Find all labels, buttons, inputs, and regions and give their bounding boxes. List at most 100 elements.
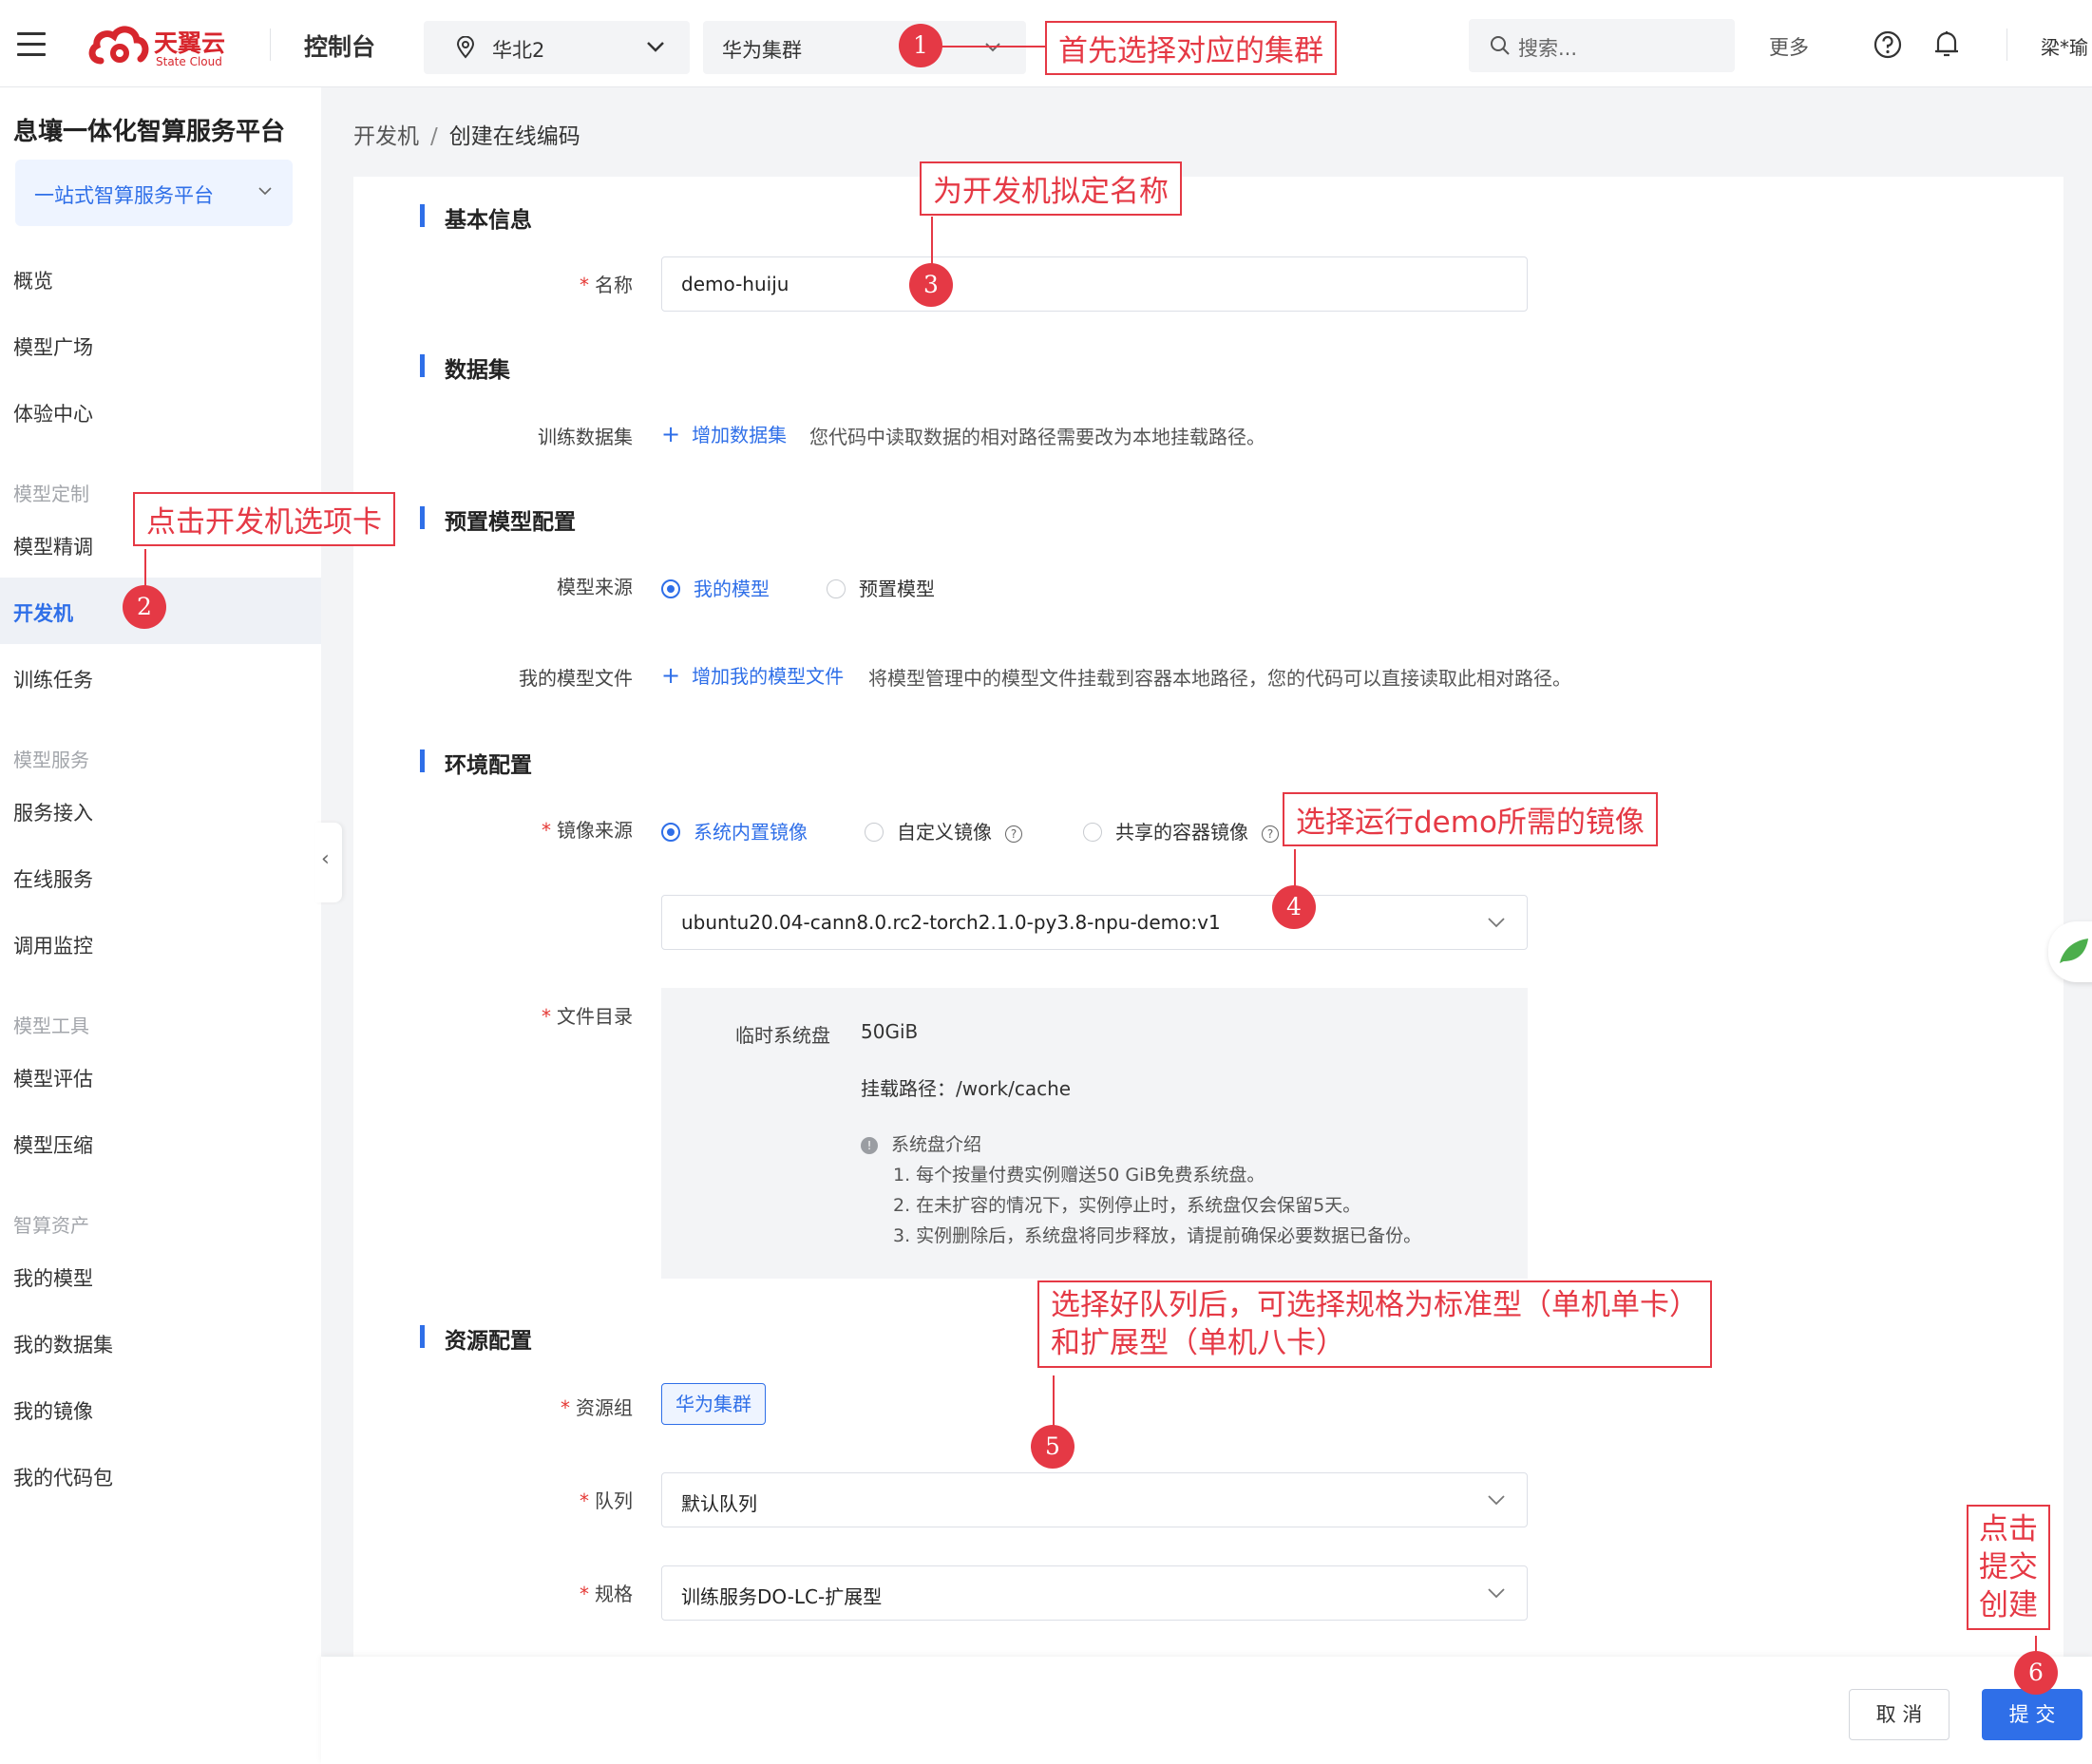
resource-group-label: * 资源组 <box>561 1396 633 1419</box>
question-icon[interactable]: ? <box>1005 825 1022 843</box>
annotation-marker-3: 3 <box>909 263 953 307</box>
disk-info-line: 2. 在未扩容的情况下，实例停止时，系统盘仅会保留5天。 <box>893 1195 1361 1216</box>
annotation-marker-1: 1 <box>899 24 942 67</box>
chevron-down-icon <box>1488 1588 1505 1599</box>
help-icon[interactable] <box>1873 30 1902 59</box>
queue-select[interactable]: 默认队列 <box>661 1472 1528 1527</box>
sidebar-group-service: 模型服务 <box>13 749 89 771</box>
cluster-select[interactable]: 华为集群 <box>703 21 1026 74</box>
platform-title: 息壤一体化智算服务平台 <box>13 118 286 146</box>
image-select[interactable]: ubuntu20.04-cann8.0.rc2-torch2.1.0-py3.8… <box>661 895 1528 950</box>
divider <box>2006 28 2007 61</box>
search-placeholder: 搜索... <box>1518 37 1578 60</box>
platform-select[interactable]: 一站式智算服务平台 <box>15 160 293 226</box>
cloud-logo-icon <box>88 26 149 65</box>
sidebar-item-online[interactable]: 在线服务 <box>13 864 93 893</box>
sidebar-item-overview[interactable]: 概览 <box>13 266 53 294</box>
file-dir-label: * 文件目录 <box>542 1005 633 1028</box>
divider <box>270 28 271 61</box>
sidebar-group-assets: 智算资产 <box>13 1214 89 1237</box>
model-file-hint: 将模型管理中的模型文件挂载到容器本地路径，您的代码可以直接读取此相对路径。 <box>868 667 1571 690</box>
add-model-file-link[interactable]: + 增加我的模型文件 <box>661 661 844 689</box>
search-icon <box>1491 36 1510 55</box>
radio-custom-image[interactable]: 自定义镜像? <box>865 817 1022 844</box>
tianyi-cloud-logo[interactable]: 天翼云 State Cloud <box>87 23 249 68</box>
sidebar-item-my-code[interactable]: 我的代码包 <box>13 1463 113 1491</box>
leaf-icon <box>2060 939 2088 963</box>
section-title-basic: 基本信息 <box>420 201 532 234</box>
annotation-marker-5: 5 <box>1031 1425 1075 1469</box>
train-dataset-label: 训练数据集 <box>538 426 633 448</box>
chevron-down-icon <box>1488 918 1505 928</box>
spec-label: * 规格 <box>580 1583 633 1605</box>
annotation-step-4: 选择运行demo所需的镜像 <box>1283 792 1658 846</box>
menu-icon[interactable] <box>17 32 46 57</box>
system-disk-panel: 临时系统盘 50GiB 挂载路径：/work/cache ! 系统盘介绍 1. 每… <box>661 988 1528 1279</box>
name-input[interactable]: demo-huiju <box>661 256 1528 312</box>
chevron-left-icon: ‹ <box>321 847 330 871</box>
annotation-connector <box>931 217 933 266</box>
sidebar-group-custom: 模型定制 <box>13 483 89 505</box>
queue-label: * 队列 <box>580 1489 633 1512</box>
queue-select-value: 默认队列 <box>681 1492 757 1515</box>
info-icon: ! <box>861 1137 878 1154</box>
disk-info-line: 1. 每个按量付费实例赠送50 GiB免费系统盘。 <box>893 1165 1265 1185</box>
spec-select[interactable]: 训练服务DO-LC-扩展型 <box>661 1565 1528 1621</box>
annotation-step-2: 点击开发机选项卡 <box>133 492 395 546</box>
sidebar-item-my-datasets[interactable]: 我的数据集 <box>13 1330 113 1358</box>
more-link[interactable]: 更多 <box>1769 32 1809 61</box>
breadcrumb: 开发机 / 创建在线编码 <box>353 118 580 150</box>
sidebar-group-tools: 模型工具 <box>13 1015 89 1037</box>
sidebar: 息壤一体化智算服务平台 一站式智算服务平台 概览 模型广场 体验中心 模型定制 … <box>0 87 321 1764</box>
region-select[interactable]: 华北2 <box>424 21 690 74</box>
location-pin-icon <box>456 36 475 59</box>
resource-group-tag[interactable]: 华为集群 <box>661 1383 766 1425</box>
chevron-down-icon <box>647 42 664 52</box>
radio-builtin-image[interactable]: 系统内置镜像 <box>661 817 808 844</box>
submit-button[interactable]: 提 交 <box>1982 1689 2082 1740</box>
logo-text: 天翼云 <box>154 29 226 57</box>
sidebar-item-model-square[interactable]: 模型广场 <box>13 332 93 361</box>
annotation-marker-2: 2 <box>123 585 166 629</box>
model-file-label: 我的模型文件 <box>519 667 633 690</box>
sidebar-item-compress[interactable]: 模型压缩 <box>13 1130 93 1159</box>
radio-preset-model[interactable]: 预置模型 <box>827 574 935 601</box>
breadcrumb-separator: / <box>430 124 438 149</box>
sidebar-item-monitor[interactable]: 调用监控 <box>13 931 93 959</box>
section-title-env: 环境配置 <box>420 747 532 779</box>
annotation-marker-6: 6 <box>2014 1651 2058 1695</box>
plus-icon: + <box>661 421 681 447</box>
chevron-down-icon <box>985 43 1000 52</box>
sidebar-item-evaluate[interactable]: 模型评估 <box>13 1064 93 1092</box>
plus-icon: + <box>661 662 681 689</box>
user-menu[interactable]: 梁*瑜 <box>2041 32 2088 60</box>
radio-my-model[interactable]: 我的模型 <box>661 574 770 601</box>
section-title-dataset: 数据集 <box>420 351 510 384</box>
console-title[interactable]: 控制台 <box>304 28 375 63</box>
name-label: * 名称 <box>580 274 633 296</box>
search-input[interactable]: 搜索... <box>1469 19 1735 72</box>
sidebar-item-experience[interactable]: 体验中心 <box>13 399 93 427</box>
radio-shared-image[interactable]: 共享的容器镜像? <box>1083 817 1279 844</box>
cancel-button[interactable]: 取 消 <box>1849 1689 1949 1740</box>
breadcrumb-parent[interactable]: 开发机 <box>353 124 419 149</box>
form-footer: 取 消 提 交 <box>321 1657 2092 1764</box>
disk-info-title: ! 系统盘介绍 <box>861 1130 981 1156</box>
sidebar-item-training[interactable]: 训练任务 <box>13 665 93 693</box>
question-icon[interactable]: ? <box>1262 825 1279 843</box>
sidebar-item-devmachine[interactable]: 开发机 <box>13 598 73 627</box>
sidebar-item-my-models[interactable]: 我的模型 <box>13 1263 93 1292</box>
add-dataset-link[interactable]: + 增加数据集 <box>661 420 787 447</box>
sidebar-item-my-images[interactable]: 我的镜像 <box>13 1396 93 1425</box>
logo-subtext: State Cloud <box>156 55 222 68</box>
sidebar-item-access[interactable]: 服务接入 <box>13 798 93 826</box>
annotation-marker-4: 4 <box>1272 885 1316 929</box>
image-source-label: * 镜像来源 <box>542 819 633 842</box>
bell-icon[interactable] <box>1932 28 1961 59</box>
create-form: 基本信息 * 名称 demo-huiju 数据集 训练数据集 + 增加数据集 您代码… <box>353 177 2063 1659</box>
annotation-step-5: 选择好队列后，可选择规格为标准型（单机单卡） 和扩展型（单机八卡） <box>1037 1280 1712 1368</box>
annotation-connector <box>1053 1375 1055 1432</box>
sidebar-collapse-button[interactable]: ‹ <box>315 823 342 902</box>
annotation-connector <box>941 46 1045 47</box>
sidebar-item-finetune[interactable]: 模型精调 <box>13 532 93 560</box>
